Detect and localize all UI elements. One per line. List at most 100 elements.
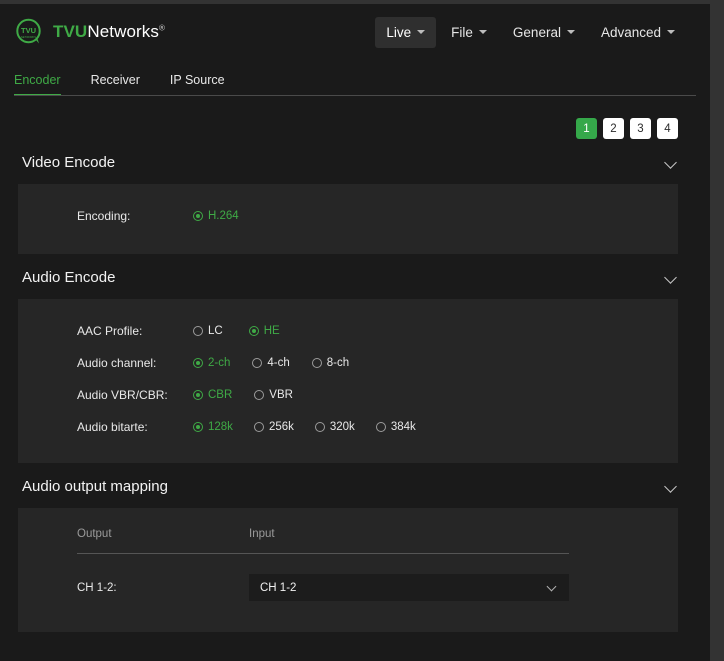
tab-ip-source[interactable]: IP Source: [170, 73, 241, 96]
section-title-audio-encode: Audio Encode: [22, 269, 116, 286]
pagination-page-1[interactable]: 1: [576, 118, 597, 139]
section-header-video-encode[interactable]: Video Encode: [14, 139, 696, 184]
radio-option-2ch[interactable]: 2-ch: [193, 357, 230, 369]
table-row: CH 1-2: CH 1-2: [77, 554, 678, 601]
pagination: 1 2 3 4: [0, 96, 710, 139]
row-label-audio-bitrate: Audio bitarte:: [77, 420, 148, 434]
app-window: TVU NETWORKS TVUNetworks® Live File Gene…: [0, 4, 710, 661]
brand-name-bold: TVU: [53, 22, 88, 41]
radio-icon: [254, 390, 265, 400]
radio-group-audio-vbr-cbr: CBR VBR: [193, 389, 293, 401]
radio-option-h264[interactable]: H.264: [193, 210, 239, 222]
chevron-down-icon: [667, 30, 675, 34]
row-audio-channel: Audio channel: 2-ch 4-ch 8-ch: [18, 347, 678, 379]
radio-option-vbr-label: VBR: [269, 389, 293, 401]
section-header-audio-encode[interactable]: Audio Encode: [14, 254, 696, 299]
column-header-output: Output: [77, 528, 112, 540]
radio-icon: [248, 326, 259, 336]
panel-audio-output-mapping: Output Input CH 1-2: CH 1-2: [18, 508, 678, 632]
radio-icon: [375, 422, 386, 432]
row-audio-bitrate: Audio bitarte: 128k 256k 320k 384k: [18, 411, 678, 443]
tab-receiver[interactable]: Receiver: [91, 73, 156, 96]
chevron-down-icon: [417, 30, 426, 34]
brand-name: TVUNetworks®: [53, 22, 165, 42]
column-header-input: Input: [249, 528, 275, 540]
row-label-audio-channel: Audio channel:: [77, 356, 157, 370]
tvu-circle-logo-icon: TVU NETWORKS: [14, 17, 44, 47]
radio-group-encoding: H.264: [193, 210, 265, 222]
table-header-row: Output Input: [77, 528, 678, 553]
radio-icon: [193, 211, 203, 221]
topnav-item-advanced[interactable]: Advanced: [590, 17, 686, 48]
radio-option-256k[interactable]: 256k: [253, 421, 294, 433]
mapping-input-select[interactable]: CH 1-2: [249, 574, 569, 601]
radio-group-audio-bitrate: 128k 256k 320k 384k: [193, 421, 416, 433]
radio-option-128k-label: 128k: [208, 421, 233, 433]
panel-audio-encode: AAC Profile: LC HE Audio channel: 2-ch 4…: [18, 299, 678, 463]
tab-encoder-label: Encoder: [14, 73, 61, 87]
app-header: TVU NETWORKS TVUNetworks® Live File Gene…: [0, 4, 710, 60]
panel-video-encode: Encoding: H.264: [18, 184, 678, 254]
radio-option-2ch-label: 2-ch: [208, 357, 231, 369]
tab-ip-source-label: IP Source: [169, 73, 225, 87]
topnav-item-live[interactable]: Live: [375, 16, 437, 48]
radio-option-8ch-label: 8-ch: [326, 357, 350, 369]
radio-icon: [193, 390, 203, 400]
radio-option-256k-label: 256k: [268, 421, 294, 433]
row-label-encoding: Encoding:: [77, 209, 131, 223]
brand-name-light: Networks: [87, 22, 159, 41]
radio-icon: [193, 326, 203, 336]
radio-option-cbr[interactable]: CBR: [193, 389, 232, 401]
radio-icon: [252, 358, 263, 368]
topnav-item-general[interactable]: General: [502, 17, 586, 48]
pagination-page-4[interactable]: 4: [657, 118, 678, 139]
radio-group-audio-channel: 2-ch 4-ch 8-ch: [193, 357, 349, 369]
section-header-audio-output-mapping[interactable]: Audio output mapping: [14, 463, 696, 508]
topnav-item-file[interactable]: File: [440, 17, 498, 48]
radio-option-4ch[interactable]: 4-ch: [252, 357, 290, 369]
chevron-down-icon: [547, 582, 558, 593]
tab-encoder[interactable]: Encoder: [14, 73, 77, 96]
chevron-down-icon[interactable]: [665, 156, 678, 169]
radio-option-128k[interactable]: 128k: [193, 421, 233, 433]
radio-option-8ch[interactable]: 8-ch: [311, 357, 350, 369]
brand-logo: TVU NETWORKS TVUNetworks®: [14, 17, 165, 47]
radio-option-320k-label: 320k: [329, 421, 355, 433]
audio-mapping-table: Output Input CH 1-2: CH 1-2: [18, 508, 678, 623]
radio-icon: [314, 422, 325, 432]
svg-text:TVU: TVU: [21, 26, 36, 35]
top-navigation: Live File General Advanced: [375, 16, 710, 48]
row-encoding: Encoding: H.264: [18, 200, 678, 232]
radio-icon: [193, 358, 203, 368]
chevron-down-icon[interactable]: [665, 480, 678, 493]
radio-group-aac-profile: LC HE: [193, 325, 280, 337]
topnav-item-live-label: Live: [386, 24, 412, 40]
radio-option-lc[interactable]: LC: [193, 325, 223, 337]
radio-option-vbr[interactable]: VBR: [254, 389, 293, 401]
radio-option-cbr-label: CBR: [208, 389, 233, 401]
chevron-down-icon: [566, 30, 575, 34]
settings-content: Video Encode Encoding: H.264 Audio Encod…: [0, 139, 710, 632]
radio-icon: [311, 358, 322, 368]
topnav-item-file-label: File: [451, 24, 473, 40]
section-title-audio-output-mapping: Audio output mapping: [22, 478, 168, 495]
radio-option-384k[interactable]: 384k: [375, 421, 416, 433]
radio-option-he[interactable]: HE: [248, 325, 280, 337]
radio-option-320k[interactable]: 320k: [314, 421, 355, 433]
row-label-audio-vbr-cbr: Audio VBR/CBR:: [77, 388, 168, 402]
pagination-page-3[interactable]: 3: [630, 118, 651, 139]
topnav-item-general-label: General: [512, 24, 561, 40]
radio-option-h264-label: H.264: [208, 210, 239, 222]
pagination-page-2[interactable]: 2: [603, 118, 624, 139]
tab-bar-divider: [14, 95, 696, 96]
mapping-output-label: CH 1-2:: [77, 581, 117, 594]
chevron-down-icon[interactable]: [665, 271, 678, 284]
row-label-aac-profile: AAC Profile:: [77, 324, 143, 338]
radio-option-he-label: HE: [263, 325, 280, 337]
mapping-input-select-value: CH 1-2: [260, 581, 297, 594]
chevron-down-icon: [478, 30, 487, 34]
tab-receiver-label: Receiver: [90, 73, 140, 87]
brand-trademark: ®: [158, 23, 165, 33]
section-title-video-encode: Video Encode: [22, 154, 116, 171]
radio-option-384k-label: 384k: [390, 421, 416, 433]
